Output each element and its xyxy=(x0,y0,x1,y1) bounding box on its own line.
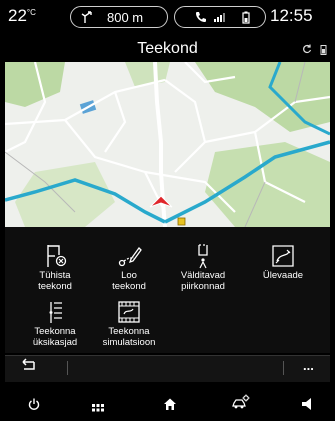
route-simulation-button[interactable]: Teekonna simulatsioon xyxy=(93,299,165,348)
menu-item-label: piirkonnad xyxy=(181,280,225,292)
sync-icon xyxy=(303,44,312,54)
power-button[interactable] xyxy=(28,397,40,415)
outside-temperature: 22°C xyxy=(8,6,36,26)
temperature-unit: °C xyxy=(26,8,36,17)
menu-item-label: simulatsioon xyxy=(102,336,156,348)
car-settings-button[interactable] xyxy=(232,394,250,415)
cancel-route-icon xyxy=(47,245,67,267)
overview-button[interactable]: Ülevaade xyxy=(247,243,319,282)
menu-item-label: üksikasjad xyxy=(32,336,78,348)
map-canvas xyxy=(5,62,330,227)
phone-status-pill[interactable] xyxy=(174,6,266,28)
menu-item-label: teekond xyxy=(38,280,72,292)
back-arrow-icon xyxy=(22,358,35,370)
page-title: Teekond xyxy=(137,40,198,57)
clock: 12:55 xyxy=(270,6,313,25)
route-details-icon xyxy=(49,302,62,323)
next-maneuver-pill[interactable]: 800 m xyxy=(70,6,168,28)
route-simulation-icon xyxy=(118,301,140,323)
volume-button[interactable] xyxy=(302,397,313,415)
home-button[interactable] xyxy=(164,397,176,415)
menu-item-label: Teekonna xyxy=(108,326,150,337)
phone-battery-icon xyxy=(320,45,327,55)
avoid-areas-button[interactable]: Välditavad piirkonnad xyxy=(167,243,239,292)
signal-strength-icon xyxy=(214,13,225,22)
power-icon xyxy=(28,398,40,410)
create-route-icon xyxy=(118,247,142,267)
divider xyxy=(67,361,68,375)
back-button[interactable] xyxy=(20,358,36,377)
action-bar xyxy=(5,355,330,382)
battery-icon xyxy=(242,11,250,24)
car-settings-icon xyxy=(232,394,250,409)
phone-icon xyxy=(196,12,206,22)
create-route-button[interactable]: Loo teekond xyxy=(93,243,165,292)
menu-item-label: Ülevaade xyxy=(262,270,304,281)
home-icon xyxy=(164,398,176,410)
temperature-value: 22 xyxy=(8,6,27,25)
route-menu: Tühista teekond Loo teekond Välditavad p… xyxy=(5,227,330,353)
menu-item-label: teekond xyxy=(112,280,146,292)
maneuver-distance: 800 m xyxy=(107,9,144,25)
more-options-button[interactable]: ... xyxy=(303,358,314,373)
menu-item-label: Välditavad xyxy=(180,270,226,281)
overview-icon xyxy=(272,245,294,267)
volume-icon xyxy=(302,398,311,410)
apps-grid-icon xyxy=(92,404,104,412)
apps-button[interactable] xyxy=(92,399,104,417)
divider xyxy=(283,361,284,375)
cancel-route-button[interactable]: Tühista teekond xyxy=(19,243,91,292)
navigation-map[interactable] xyxy=(5,62,330,227)
menu-item-label: Teekonna xyxy=(34,326,76,337)
menu-item-label: Loo xyxy=(121,270,137,281)
menu-item-label: Tühista xyxy=(39,270,71,281)
map-poi-icon xyxy=(177,217,186,226)
avoid-areas-icon xyxy=(198,244,208,269)
title-icons xyxy=(302,44,327,55)
route-details-button[interactable]: Teekonna üksikasjad xyxy=(19,299,91,348)
turn-arrow-icon xyxy=(81,11,92,23)
